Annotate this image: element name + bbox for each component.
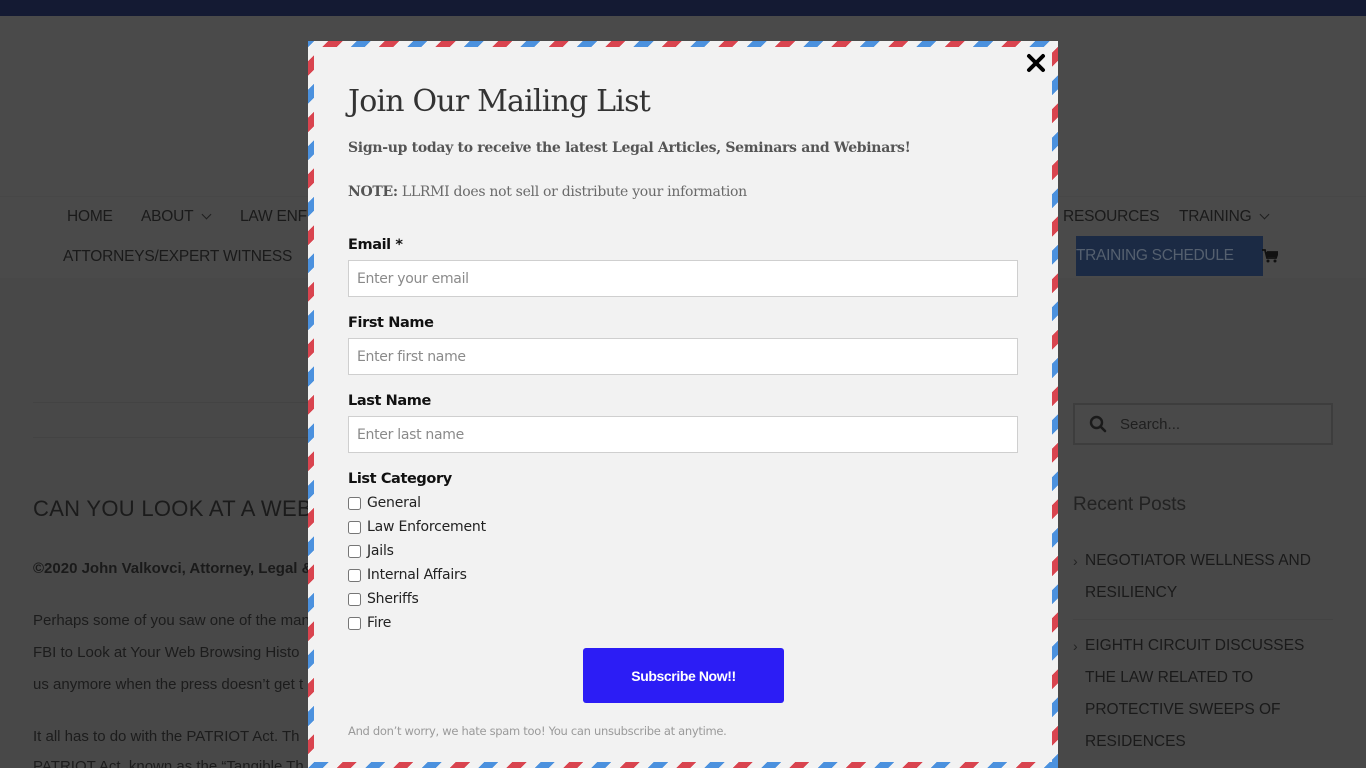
post-line: RESILIENCY — [1085, 584, 1178, 601]
training-schedule-button[interactable]: TRAINING SCHEDULE — [1076, 236, 1263, 276]
divider — [33, 437, 313, 438]
search-placeholder: Search... — [1120, 416, 1181, 433]
recent-post-link[interactable]: › EIGHTH CIRCUIT DISCUSSES THE LAW RELAT… — [1073, 630, 1304, 758]
last-name-field[interactable] — [348, 416, 1018, 453]
recent-post-link[interactable]: › NEGOTIATOR WELLNESS AND RESILIENCY — [1073, 545, 1311, 609]
category-sheriffs[interactable]: Sheriffs — [348, 589, 419, 609]
article-text: FBI to Look at Your Web Browsing Histo — [33, 644, 300, 661]
post-line: PROTECTIVE SWEEPS OF — [1085, 701, 1281, 718]
nav-attorneys[interactable]: ATTORNEYS/EXPERT WITNESS — [63, 248, 292, 266]
nav-about-label: ABOUT — [141, 208, 194, 225]
nav-training-label: TRAINING — [1179, 208, 1252, 225]
divider — [33, 402, 313, 403]
email-label: Email * — [348, 237, 403, 253]
modal-note: NOTE: LLRMI does not sell or distribute … — [348, 184, 747, 200]
category-label: General — [367, 495, 421, 511]
category-label: Sheriffs — [367, 591, 419, 607]
category-internal-affairs[interactable]: Internal Affairs — [348, 565, 467, 585]
post-line: EIGHTH CIRCUIT DISCUSSES — [1085, 637, 1305, 654]
note-text: LLRMI does not sell or distribute your i… — [397, 184, 747, 200]
modal-title: Join Our Mailing List — [348, 84, 651, 119]
article-text: Perhaps some of you saw one of the man — [33, 612, 310, 629]
nav-about[interactable]: ABOUT — [141, 208, 212, 226]
sidebar-search[interactable]: Search... — [1073, 403, 1333, 445]
category-law-enforcement[interactable]: Law Enforcement — [348, 517, 486, 537]
category-label: Internal Affairs — [367, 567, 467, 583]
last-name-label: Last Name — [348, 393, 431, 409]
category-label: Law Enforcement — [367, 519, 486, 535]
category-label: Fire — [367, 615, 392, 631]
article-title: CAN YOU LOOK AT A WEB — [33, 496, 312, 521]
category-jails[interactable]: Jails — [348, 541, 394, 561]
list-category-label: List Category — [348, 471, 452, 487]
article-text: It all has to do with the PATRIOT Act. T… — [33, 728, 300, 745]
category-label: Jails — [367, 543, 394, 559]
chevron-right-icon: › — [1073, 638, 1078, 654]
post-line: THE LAW RELATED TO — [1085, 669, 1254, 686]
article-byline: ©2020 John Valkovci, Attorney, Legal & — [33, 560, 313, 577]
close-icon[interactable] — [1025, 52, 1047, 74]
category-checkbox[interactable] — [348, 592, 361, 606]
note-label: NOTE: — [348, 184, 398, 200]
nav-home[interactable]: HOME — [67, 208, 113, 226]
divider — [1073, 619, 1333, 620]
first-name-label: First Name — [348, 315, 434, 331]
nav-training[interactable]: TRAINING — [1179, 208, 1270, 226]
category-general[interactable]: General — [348, 493, 421, 513]
first-name-field[interactable] — [348, 338, 1018, 375]
post-line: RESIDENCES — [1085, 733, 1186, 750]
chevron-down-icon — [201, 209, 212, 220]
recent-posts-heading: Recent Posts — [1073, 494, 1186, 515]
nav-resources[interactable]: RESOURCES — [1063, 208, 1160, 226]
category-checkbox[interactable] — [348, 496, 361, 510]
category-checkbox[interactable] — [348, 520, 361, 534]
article-text: us anymore when the press doesn’t get t — [33, 676, 304, 693]
chevron-right-icon: › — [1073, 553, 1078, 569]
cart-icon[interactable] — [1262, 249, 1278, 263]
chevron-down-icon — [1260, 209, 1270, 220]
spam-disclaimer: And don’t worry, we hate spam too! You c… — [348, 724, 727, 738]
category-checkbox[interactable] — [348, 544, 361, 558]
post-line: NEGOTIATOR WELLNESS AND — [1085, 552, 1311, 569]
category-checkbox[interactable] — [348, 568, 361, 582]
nav-law-enforcement[interactable]: LAW ENF — [240, 208, 307, 226]
top-bar — [0, 0, 1366, 16]
subscribe-button[interactable]: Subscribe Now!! — [583, 648, 784, 703]
category-fire[interactable]: Fire — [348, 613, 391, 633]
search-icon — [1089, 415, 1107, 433]
email-field[interactable] — [348, 260, 1018, 297]
modal-subtitle: Sign-up today to receive the latest Lega… — [348, 140, 911, 156]
category-checkbox[interactable] — [348, 616, 361, 630]
article-text: PATRIOT Act, known as the “Tangible Th — [33, 758, 304, 768]
